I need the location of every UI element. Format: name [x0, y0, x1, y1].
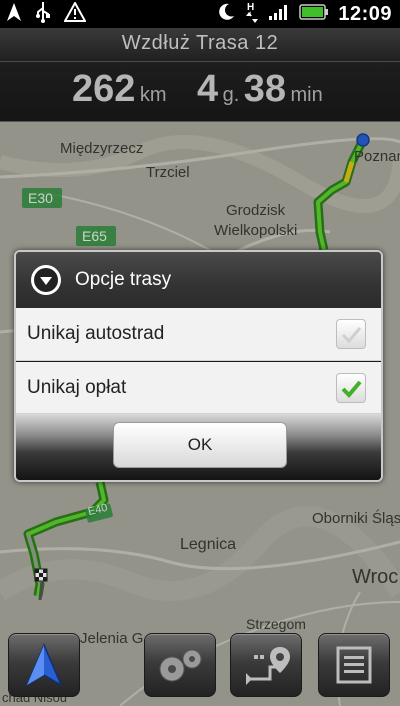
clock: 12:09	[338, 2, 392, 25]
status-bar: H 12:09	[0, 0, 400, 28]
route-options-dialog: Opcje trasy Unikaj autostrad Unikaj opła…	[14, 250, 383, 482]
minutes-value: 38	[243, 68, 287, 110]
distance-value: 262	[72, 68, 136, 110]
svg-text:H: H	[247, 2, 254, 13]
header-divider	[0, 61, 400, 62]
hspa-data-icon: H	[245, 0, 259, 28]
gears-icon	[159, 649, 202, 682]
ok-button[interactable]: OK	[113, 422, 287, 468]
settings-button[interactable]	[144, 633, 216, 697]
checkmark-icon	[341, 327, 362, 344]
route-options-button[interactable]	[230, 633, 302, 697]
navigation-arrow-icon	[6, 2, 22, 26]
hours-value: 4	[197, 68, 219, 110]
directions-list-button[interactable]	[318, 633, 390, 697]
option-avoid-highways[interactable]: Unikaj autostrad	[16, 308, 381, 361]
route-summary-header: Wzdłuż Trasa 12 262 km 4 g. 38 min	[0, 28, 400, 122]
route-distance: 262 km	[72, 68, 167, 111]
dialog-title: Opcje trasy	[75, 269, 172, 290]
dialog-footer: OK	[16, 414, 381, 480]
route-title: Wzdłuż Trasa 12	[121, 32, 279, 54]
minutes-unit: min	[290, 84, 323, 106]
route-pin-icon	[246, 647, 290, 685]
moon-icon	[216, 2, 236, 26]
distance-unit: km	[139, 84, 167, 106]
battery-icon	[299, 4, 329, 24]
checkmark-icon	[341, 380, 362, 398]
chevron-down-icon	[31, 265, 61, 295]
avoid-highways-checkbox[interactable]	[336, 319, 366, 349]
dialog-header: Opcje trasy	[16, 252, 381, 308]
option-label: Unikaj autostrad	[27, 323, 165, 344]
avoid-tolls-checkbox[interactable]	[336, 372, 366, 403]
navigation-button[interactable]	[8, 633, 80, 697]
option-label: Unikaj opłat	[27, 376, 127, 398]
route-stats: 262 km 4 g. 38 min	[0, 68, 400, 116]
usb-icon	[34, 1, 52, 27]
signal-icon	[268, 3, 290, 25]
navigation-arrow-icon	[25, 643, 63, 687]
warning-icon	[63, 0, 87, 26]
option-avoid-tolls[interactable]: Unikaj opłat	[16, 362, 381, 414]
hours-unit: g.	[222, 84, 240, 106]
route-duration: 4 g. 38 min	[197, 68, 323, 111]
list-icon	[336, 646, 372, 684]
